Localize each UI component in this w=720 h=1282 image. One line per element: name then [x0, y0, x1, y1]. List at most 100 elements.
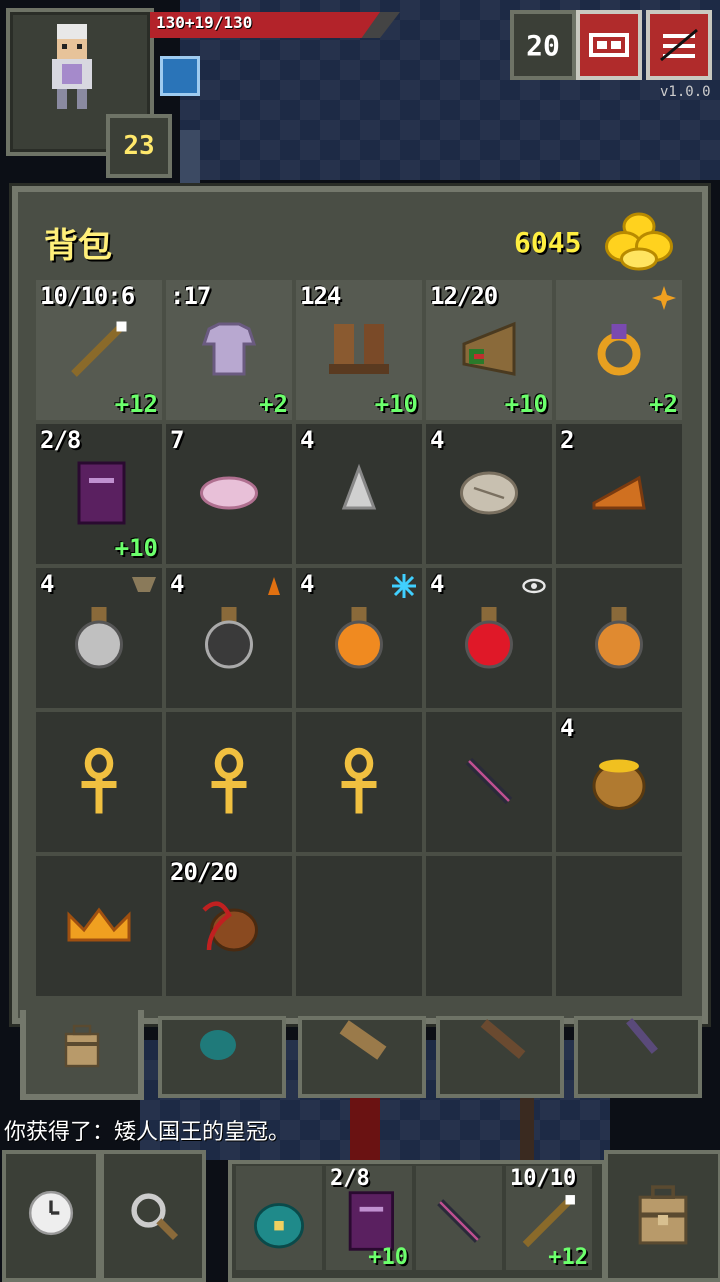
hero-level-badge: 23: [106, 114, 172, 178]
tab-seeds[interactable]: [158, 1016, 286, 1098]
seed-pouch-icon: [246, 1188, 312, 1254]
item-quantity: 4: [430, 426, 444, 454]
item-upgrade-level: +2: [649, 390, 678, 418]
ankh-icon: [324, 746, 394, 816]
boots-icon: [324, 314, 394, 384]
inventory-slot[interactable]: 4: [556, 712, 682, 852]
wand-holster-icon: [480, 1019, 526, 1059]
item-quantity: 4: [40, 570, 54, 598]
dart-icon: [454, 746, 524, 816]
inventory-slot[interactable]: 4: [296, 568, 422, 708]
potion-red-icon: [454, 602, 524, 672]
mystery-meat-icon: [194, 458, 264, 528]
tab-backpack[interactable]: [20, 1010, 144, 1100]
inventory-button[interactable]: [604, 1150, 720, 1282]
inventory-slot[interactable]: [36, 856, 162, 996]
item-quantity: 4: [300, 426, 314, 454]
item-quantity: :17: [170, 282, 211, 310]
item-upgrade-level: +10: [374, 390, 418, 418]
inventory-slot[interactable]: [36, 712, 162, 852]
inventory-slot[interactable]: [166, 712, 292, 852]
item-quantity: 10/10:6: [40, 282, 135, 310]
inventory-slot[interactable]: 4: [426, 424, 552, 564]
sparkle-icon: [652, 286, 676, 310]
pasty-icon: [584, 458, 654, 528]
shield-badge-icon: [132, 574, 156, 598]
item-quantity: 12/20: [430, 282, 498, 310]
journal-button[interactable]: [576, 10, 642, 80]
quickslot-3[interactable]: [416, 1166, 502, 1270]
version-label: v1.0.0: [660, 84, 711, 100]
scroll-holder-icon: [339, 1020, 387, 1060]
seed-pouch-icon: [200, 1030, 236, 1060]
menu-button[interactable]: [646, 10, 712, 80]
quickslot-4[interactable]: 10/10 +12: [506, 1166, 592, 1270]
inventory-slot[interactable]: :17 +2: [166, 280, 292, 420]
inventory-slot[interactable]: 7: [166, 424, 292, 564]
quickslot-2[interactable]: 2/8 +10: [326, 1166, 412, 1270]
backpack-icon: [638, 1185, 688, 1245]
inventory-slot[interactable]: [556, 568, 682, 708]
cloth-armor-icon: [194, 314, 264, 384]
depth-indicator[interactable]: 20: [510, 10, 576, 80]
inventory-title: 背包: [44, 226, 112, 266]
clock-icon: [28, 1190, 74, 1236]
inventory-slot[interactable]: 4: [166, 568, 292, 708]
hero-sprite: [52, 24, 92, 109]
item-quantity: 2: [560, 426, 574, 454]
item-upgrade-level: +10: [504, 390, 548, 418]
inventory-slot-empty[interactable]: [556, 856, 682, 996]
inventory-slot[interactable]: 2: [556, 424, 682, 564]
crown-icon: [64, 890, 134, 960]
depth-text: 20: [526, 28, 560, 62]
wait-button[interactable]: [2, 1150, 100, 1282]
eye-badge-icon: [522, 574, 546, 598]
tab-scrolls[interactable]: [298, 1016, 426, 1098]
tab-wands[interactable]: [436, 1016, 564, 1098]
quickslot-quantity: 2/8: [330, 1166, 370, 1191]
inventory-slot-empty[interactable]: [296, 856, 422, 996]
potion-amber-icon: [584, 602, 654, 672]
inventory-slot[interactable]: 20/20: [166, 856, 292, 996]
potion-silver-icon: [64, 602, 134, 672]
inventory-slot[interactable]: 10/10:6 +12: [36, 280, 162, 420]
ration-icon: [454, 458, 524, 528]
inventory-slot[interactable]: 4: [426, 568, 552, 708]
gold-amount: 6045: [514, 226, 582, 259]
ring-icon: [584, 314, 654, 384]
potion-orange-icon: [324, 602, 394, 672]
item-upgrade-level: +10: [114, 534, 158, 562]
inventory-slot[interactable]: [296, 712, 422, 852]
item-quantity: 124: [300, 282, 341, 310]
ankh-icon: [64, 746, 134, 816]
frost-badge-icon: [392, 574, 416, 598]
inventory-slot[interactable]: 4: [36, 568, 162, 708]
backpack-icon: [64, 1024, 100, 1068]
game-log-message: 你获得了：矮人国王的皇冠。: [4, 1120, 291, 1145]
inventory-slot[interactable]: 12/20 +10: [426, 280, 552, 420]
gold-pile-icon: [605, 212, 673, 271]
potion-charcoal-icon: [194, 602, 264, 672]
inventory-slot-empty[interactable]: [426, 856, 552, 996]
inventory-slot[interactable]: 4: [296, 424, 422, 564]
hp-text: 130+19/130: [156, 13, 253, 32]
item-quantity: 20/20: [170, 858, 238, 886]
item-upgrade-level: +2: [259, 390, 288, 418]
item-quantity: 4: [560, 714, 574, 742]
quickslot-upgrade-level: +12: [548, 1245, 588, 1270]
inventory-slot[interactable]: 2/8 +10: [36, 424, 162, 564]
chalice-whip-icon: [194, 890, 264, 960]
quickslot-1[interactable]: [236, 1166, 322, 1270]
search-journal-icon: [589, 33, 629, 57]
quickslot-quantity: 10/10: [510, 1166, 577, 1191]
inventory-slot[interactable]: +2: [556, 280, 682, 420]
inventory-slot[interactable]: 124 +10: [296, 280, 422, 420]
quickslot-upgrade-level: +10: [368, 1245, 408, 1270]
buff-icon[interactable]: [160, 56, 200, 96]
search-button[interactable]: [100, 1150, 206, 1282]
potion-bandolier-icon: [626, 1018, 658, 1054]
spellbook-icon: [64, 458, 134, 528]
tab-potions[interactable]: [574, 1016, 702, 1098]
honey-pot-icon: [584, 746, 654, 816]
inventory-slot[interactable]: [426, 712, 552, 852]
